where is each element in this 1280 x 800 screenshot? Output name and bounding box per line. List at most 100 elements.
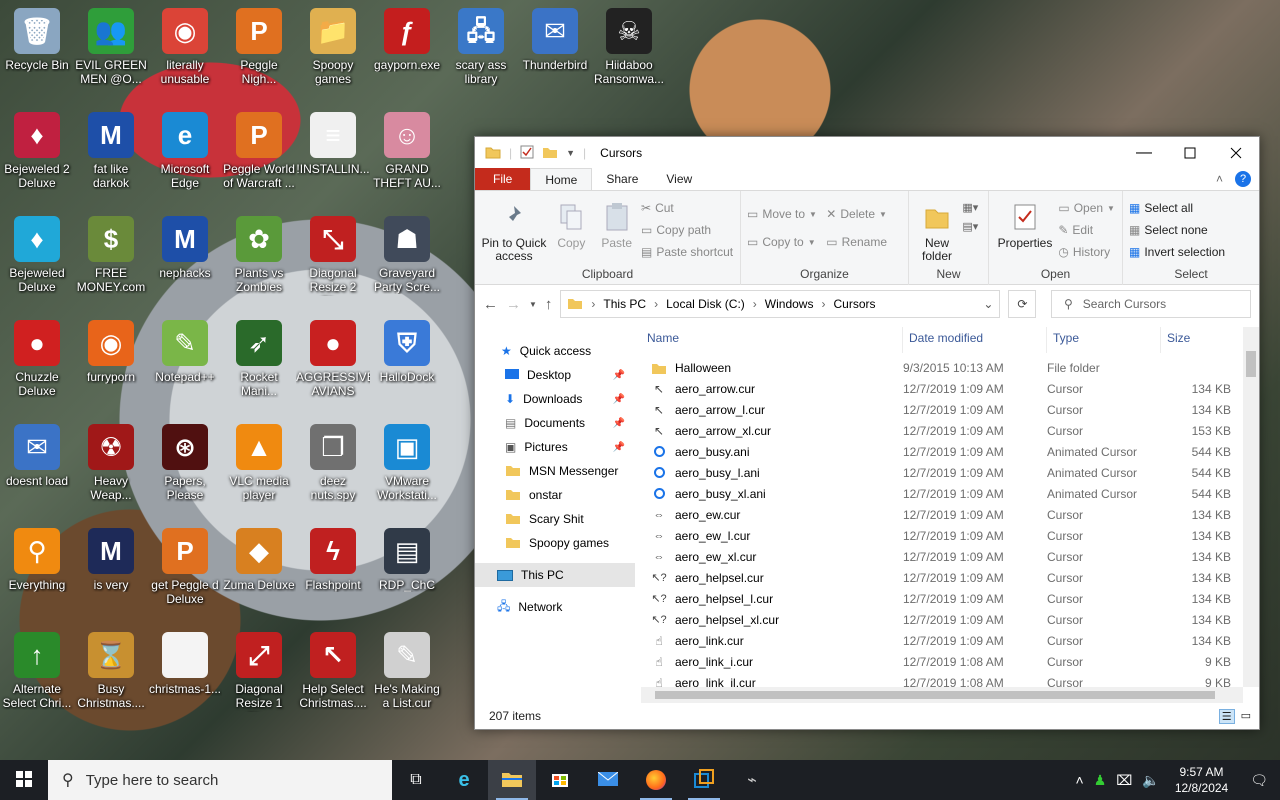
properties-icon[interactable] (520, 145, 534, 162)
edit-button[interactable]: ✎ Edit (1058, 221, 1115, 239)
taskbar-vmware[interactable] (680, 760, 728, 800)
pin-icon[interactable]: 📌 (613, 370, 625, 381)
properties-button[interactable]: Properties (995, 195, 1055, 250)
paste-button[interactable]: Paste (596, 195, 638, 250)
column-type[interactable]: Type (1047, 327, 1161, 353)
recent-locations-icon[interactable]: ▼ (529, 300, 537, 309)
taskbar-firefox[interactable] (632, 760, 680, 800)
task-view-button[interactable]: ⧉ (392, 760, 440, 800)
notifications-icon[interactable]: 🗨 (1238, 772, 1280, 789)
desktop-icon[interactable]: P Peggle Nigh... (222, 2, 296, 102)
breadcrumb-this-pc[interactable]: This PC (603, 297, 646, 311)
file-row[interactable]: aero_busy_xl.ani 12/7/2019 1:09 AM Animate… (641, 483, 1259, 504)
breadcrumb-local-disk[interactable]: Local Disk (C:) (666, 297, 745, 311)
nav-item-spoopy-games[interactable]: Spoopy games (475, 531, 635, 555)
history-button[interactable]: ◷ History (1058, 243, 1115, 261)
desktop-icon[interactable]: 🖧 scary ass library (444, 2, 518, 102)
tab-share[interactable]: Share (592, 168, 652, 190)
people-icon[interactable]: ♟ (1089, 772, 1112, 789)
breadcrumb-windows[interactable]: Windows (765, 297, 814, 311)
desktop-icon[interactable]: ⤢ Diagonal Resize 1 Ch... (222, 626, 296, 726)
new-folder-button[interactable]: New folder (915, 195, 959, 263)
pin-icon[interactable]: 📌 (613, 442, 625, 453)
chevron-down-icon[interactable]: ▼ (566, 148, 575, 158)
search-box[interactable]: ⚲ Search Cursors (1051, 290, 1251, 318)
desktop-icon[interactable]: ♦ Bejeweled 2 Deluxe (0, 106, 74, 206)
minimize-button[interactable]: — (1121, 137, 1167, 169)
desktop-icon[interactable]: ↖ Help Select Christmas.... (296, 626, 370, 726)
chevron-down-icon[interactable]: ⌄ (983, 297, 993, 311)
file-row[interactable]: ↖ aero_arrow_l.cur 12/7/2019 1:09 AM Cursor… (641, 399, 1259, 420)
maximize-button[interactable] (1167, 137, 1213, 169)
nav-this-pc[interactable]: This PC (475, 563, 635, 587)
start-button[interactable] (0, 760, 48, 800)
copy-to-button[interactable]: ▭ Copy to ▼ (747, 233, 817, 251)
desktop-icon[interactable]: ⚲ Everything (0, 522, 74, 622)
desktop-icon[interactable]: ✉ doesnt load (0, 418, 74, 518)
desktop-icon[interactable]: P Peggle World of Warcraft ... (222, 106, 296, 206)
desktop-icon[interactable]: ☺ GRAND THEFT AU... (370, 106, 444, 206)
taskbar-search-box[interactable]: ⚲ Type here to search (48, 760, 392, 800)
title-bar[interactable]: | ▼ | Cursors — (475, 137, 1259, 169)
desktop-icon[interactable]: $ FREE MONEY.com (74, 210, 148, 310)
forward-arrow-icon[interactable]: → (506, 296, 521, 313)
network-icon[interactable]: ⌧ (1111, 772, 1137, 789)
file-row[interactable]: ↖? aero_helpsel_xl.cur 12/7/2019 1:09 AM Cu… (641, 609, 1259, 630)
desktop-icon[interactable]: ✎ He's Making a List.cur (370, 626, 444, 726)
desktop-icon[interactable]: christmas-1... (148, 626, 222, 726)
desktop-icon[interactable]: ♦ Bejeweled Deluxe (0, 210, 74, 310)
horizontal-scrollbar[interactable] (641, 687, 1243, 703)
desktop-icon[interactable]: Pget Peggle d Deluxe (148, 522, 222, 622)
nav-item-downloads[interactable]: ⬇ Downloads 📌 (475, 387, 635, 411)
desktop-icon[interactable]: ◉ furryporn (74, 314, 148, 414)
vertical-scrollbar[interactable] (1243, 327, 1259, 687)
desktop-icon[interactable]: ✎ Notepad++ (148, 314, 222, 414)
volume-icon[interactable]: 🔈 (1137, 772, 1164, 789)
large-icons-view-icon[interactable]: ▭ (1239, 709, 1253, 724)
desktop-icon[interactable]: Mnephacks (148, 210, 222, 310)
new-item-icon[interactable]: ▦▾ (962, 201, 978, 214)
desktop-icon[interactable]: ϟ Flashpoint (296, 522, 370, 622)
taskbar-store[interactable] (536, 760, 584, 800)
pin-icon[interactable]: 📌 (613, 418, 625, 429)
taskbar-mail[interactable] (584, 760, 632, 800)
taskbar-edge[interactable]: e (440, 760, 488, 800)
desktop-icon[interactable]: ⤡ Diagonal Resize 2 Ch... (296, 210, 370, 310)
chevron-up-icon[interactable]: ˄ (1071, 772, 1089, 788)
pin-icon[interactable]: 📌 (613, 394, 625, 405)
desktop-icon[interactable]: ❐ deez nuts.spy (296, 418, 370, 518)
pin-to-quick-access-button[interactable]: Pin to Quick access (481, 195, 547, 263)
column-name[interactable]: Name (641, 327, 903, 353)
open-button[interactable]: ▭ Open ▼ (1058, 199, 1115, 217)
close-button[interactable] (1213, 137, 1259, 169)
new-folder-icon[interactable] (542, 145, 558, 162)
refresh-button[interactable]: ⟳ (1008, 290, 1037, 318)
desktop-icon[interactable]: ☗ Graveyard Party Scre... (370, 210, 444, 310)
desktop-icon[interactable]: ☢ Heavy Weap... (74, 418, 148, 518)
breadcrumb-cursors[interactable]: Cursors (833, 297, 875, 311)
file-row[interactable]: ↖ aero_arrow.cur 12/7/2019 1:09 AM Cursor 13… (641, 378, 1259, 399)
tab-home[interactable]: Home (530, 168, 593, 190)
select-all-button[interactable]: ▦ Select all (1129, 199, 1225, 217)
nav-item-desktop[interactable]: Desktop 📌 (475, 363, 635, 387)
nav-item-pictures[interactable]: ▣ Pictures 📌 (475, 435, 635, 459)
nav-item-msn-messenger[interactable]: MSN Messenger (475, 459, 635, 483)
desktop-icon[interactable]: ↑ Alternate Select Chri... (0, 626, 74, 726)
nav-quick-access[interactable]: ★ Quick access (475, 339, 635, 363)
desktop-icon[interactable]: ✿ Plants vs Zombies (222, 210, 296, 310)
desktop-icon[interactable]: e Microsoft Edge (148, 106, 222, 206)
desktop-icon[interactable]: ▲ VLC media player (222, 418, 296, 518)
tab-file[interactable]: File (475, 168, 531, 190)
desktop-icon[interactable]: Mfat like darkok (74, 106, 148, 206)
desktop-icon[interactable]: 🗑 Recycle Bin (0, 2, 74, 102)
move-to-button[interactable]: ▭ Move to ▼ (747, 205, 817, 223)
select-none-button[interactable]: ▦ Select none (1129, 221, 1225, 239)
address-bar[interactable]: › This PC › Local Disk (C:) › Windows › … (560, 290, 1001, 318)
nav-item-scary-shit[interactable]: Scary Shit (475, 507, 635, 531)
column-date-modified[interactable]: Date modified (903, 327, 1047, 353)
file-row[interactable]: ⇔ aero_ew_xl.cur 12/7/2019 1:09 AM Cursor 13… (641, 546, 1259, 567)
file-row[interactable]: aero_busy_l.ani 12/7/2019 1:09 AM Animated… (641, 462, 1259, 483)
desktop-icon[interactable]: ◆ Zuma Deluxe (222, 522, 296, 622)
file-row[interactable]: ↖? aero_helpsel.cur 12/7/2019 1:09 AM Curso… (641, 567, 1259, 588)
collapse-ribbon-icon[interactable]: ˄ (1216, 172, 1223, 186)
